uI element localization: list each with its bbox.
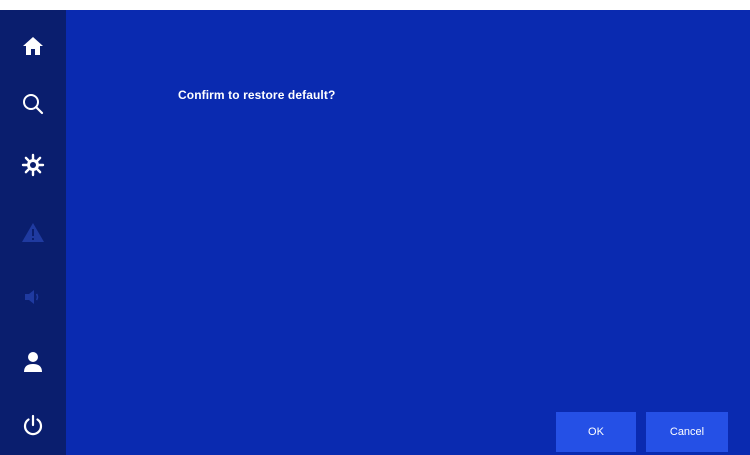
- sidebar-item-settings[interactable]: [0, 139, 66, 191]
- sidebar-item-user[interactable]: [0, 336, 66, 388]
- user-icon: [24, 352, 42, 372]
- sidebar-item-power[interactable]: [0, 400, 66, 452]
- power-icon: [23, 414, 43, 436]
- confirm-message: Confirm to restore default?: [178, 88, 336, 102]
- device-screen: Confirm to restore default? OK Cancel: [0, 0, 750, 455]
- settings-icon: [21, 153, 45, 177]
- sidebar-item-audio[interactable]: [0, 271, 66, 323]
- ok-button[interactable]: OK: [556, 412, 636, 452]
- sidebar-item-home[interactable]: [0, 20, 66, 72]
- home-icon: [23, 37, 43, 55]
- speaker-icon: [25, 290, 39, 304]
- sidebar-nav: [0, 10, 66, 455]
- sidebar-item-alarm[interactable]: [0, 206, 66, 258]
- cancel-button[interactable]: Cancel: [646, 412, 728, 452]
- sidebar-item-search[interactable]: [0, 78, 66, 130]
- search-icon: [23, 94, 44, 115]
- dialog-panel: Confirm to restore default? OK Cancel: [66, 10, 750, 455]
- warning-icon: [22, 223, 44, 242]
